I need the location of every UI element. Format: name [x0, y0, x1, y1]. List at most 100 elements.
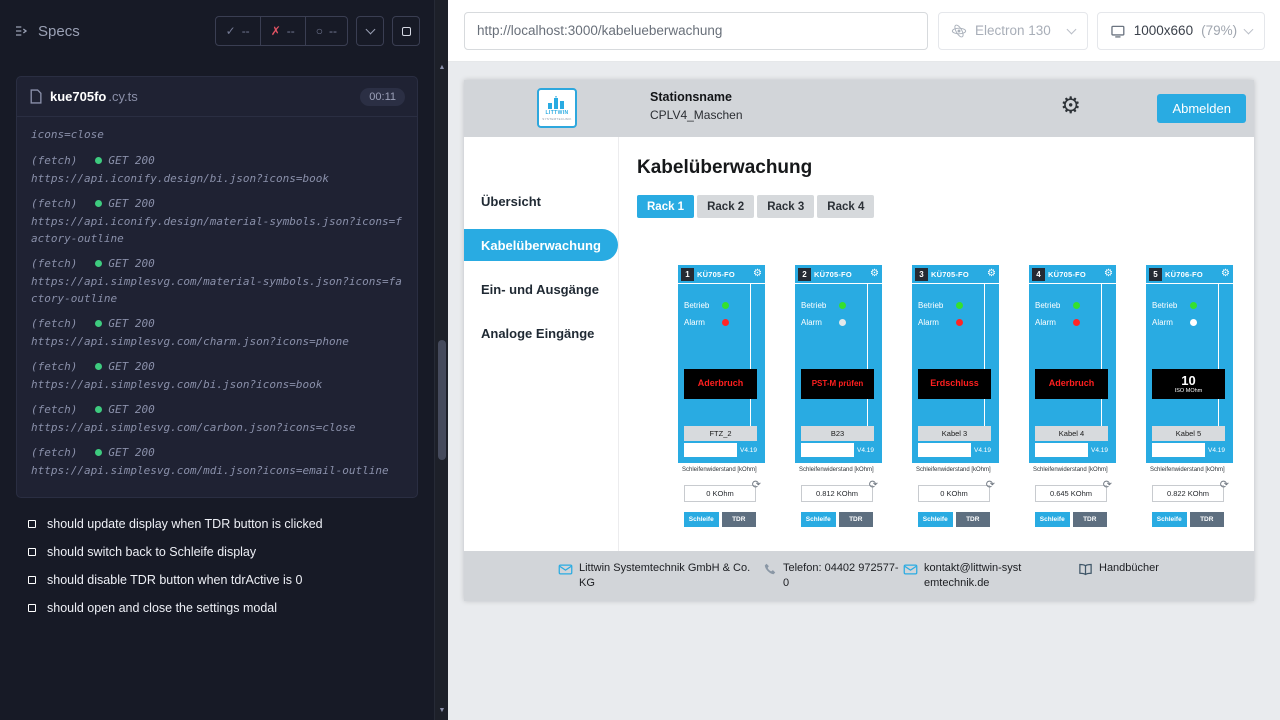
refresh-icon[interactable]: ⟳: [1220, 480, 1229, 491]
test-item[interactable]: should switch back to Schleife display: [16, 538, 418, 566]
schleife-button[interactable]: Schleife: [684, 512, 719, 527]
tdr-button[interactable]: TDR: [722, 512, 757, 527]
device-gear-icon[interactable]: ⚙: [753, 269, 762, 279]
log-entry[interactable]: (fetch)GET 200 https://api.simplesvg.com…: [31, 403, 403, 436]
test-item[interactable]: should disable TDR button when tdrActive…: [16, 566, 418, 594]
refresh-icon[interactable]: ⟳: [986, 480, 995, 491]
viewport-select[interactable]: 1000x660 (79%): [1097, 12, 1265, 50]
sidebar-item-uebersicht[interactable]: Übersicht: [464, 185, 618, 217]
stat-failed: ✗ --: [261, 17, 306, 45]
tab-rack-3[interactable]: Rack 3: [757, 195, 814, 218]
alarm-label: Alarm: [1035, 318, 1073, 327]
test-item[interactable]: should update display when TDR button is…: [16, 510, 418, 538]
device-gear-icon[interactable]: ⚙: [1104, 269, 1113, 279]
electron-icon: [951, 23, 967, 39]
tdr-button[interactable]: TDR: [1190, 512, 1225, 527]
specs-menu-icon: [14, 23, 30, 39]
test-stats: ✓ -- ✗ -- ○ --: [215, 16, 348, 46]
circle-icon: ○: [316, 24, 323, 38]
http-status: GET 200: [108, 360, 154, 373]
tdr-button[interactable]: TDR: [1073, 512, 1108, 527]
sidebar-item-analoge-eingaenge[interactable]: Analoge Eingänge: [464, 317, 618, 349]
tdr-button[interactable]: TDR: [956, 512, 991, 527]
url-input[interactable]: [464, 12, 928, 50]
collapse-button[interactable]: [356, 16, 384, 46]
status-text: Aderbruch: [698, 379, 744, 389]
refresh-icon[interactable]: ⟳: [869, 480, 878, 491]
device-card-header: 4 KÜ705-FO ⚙: [1029, 265, 1116, 284]
sidebar-item-kabelueberwachung[interactable]: Kabelüberwachung: [464, 229, 618, 261]
cable-input[interactable]: [1152, 443, 1205, 457]
cable-input[interactable]: [684, 443, 737, 457]
logout-button[interactable]: Abmelden: [1157, 94, 1246, 123]
status-display: Aderbruch: [1035, 369, 1108, 399]
refresh-icon[interactable]: ⟳: [1103, 480, 1112, 491]
log-entry[interactable]: (fetch)GET 200 https://api.iconify.desig…: [31, 154, 403, 187]
log-entry[interactable]: (fetch)GET 200 https://api.simplesvg.com…: [31, 446, 403, 479]
test-item[interactable]: should open and close the settings modal: [16, 594, 418, 622]
http-status: GET 200: [108, 446, 154, 459]
tab-rack-2[interactable]: Rack 2: [697, 195, 754, 218]
log-entry[interactable]: (fetch)GET 200 https://api.simplesvg.com…: [31, 317, 403, 350]
cable-name-label: Kabel 4: [1035, 426, 1108, 441]
fetch-tag: (fetch): [31, 446, 77, 459]
runner-scrollbar[interactable]: ▲ ▼: [434, 0, 448, 720]
refresh-icon[interactable]: ⟳: [752, 480, 761, 491]
betrieb-label: Betrieb: [801, 301, 839, 310]
cable-input[interactable]: [918, 443, 971, 457]
failed-count: --: [287, 24, 295, 38]
request-url: https://api.iconify.design/bi.json?icons…: [31, 170, 403, 187]
divider: [1101, 284, 1102, 429]
device-number-badge: 3: [915, 268, 928, 281]
app-sidebar: Übersicht Kabelüberwachung Ein- und Ausg…: [464, 137, 619, 551]
device-gear-icon[interactable]: ⚙: [1221, 269, 1230, 279]
cable-input[interactable]: [801, 443, 854, 457]
measurement-label: Schleifenwiderstand [kOhm]: [682, 467, 761, 473]
schleife-button[interactable]: Schleife: [1035, 512, 1070, 527]
log-url-continuation: icons=close: [31, 127, 403, 144]
schleife-button[interactable]: Schleife: [918, 512, 953, 527]
log-entry[interactable]: (fetch)GET 200 https://api.simplesvg.com…: [31, 360, 403, 393]
browser-select[interactable]: Electron 130: [938, 12, 1088, 50]
scrollbar-thumb[interactable]: [438, 340, 446, 460]
measurement-section: Schleifenwiderstand [kOhm] ⟳ 0 KOhm Schl…: [678, 463, 765, 551]
cable-input[interactable]: [1035, 443, 1088, 457]
request-url: https://api.simplesvg.com/carbon.json?ic…: [31, 419, 403, 436]
tab-rack-4[interactable]: Rack 4: [817, 195, 874, 218]
browser-name: Electron 130: [975, 23, 1051, 38]
check-icon: ✓: [226, 24, 236, 38]
alarm-label: Alarm: [684, 318, 722, 327]
alarm-status-dot: [839, 319, 846, 326]
app-body: Übersicht Kabelüberwachung Ein- und Ausg…: [464, 137, 1254, 551]
runner-content: Specs ✓ -- ✗ -- ○ --: [0, 0, 434, 720]
tab-rack-1[interactable]: Rack 1: [637, 195, 694, 218]
log-entry[interactable]: (fetch)GET 200 https://api.iconify.desig…: [31, 197, 403, 247]
device-model-label: KÜ705-FO: [931, 270, 969, 279]
schleife-button[interactable]: Schleife: [1152, 512, 1187, 527]
app-header: LITTWIN SYSTEMTECHNIK Stationsname CPLV4…: [464, 80, 1254, 137]
settings-gear-icon[interactable]: ⚙: [1060, 94, 1081, 117]
station-info: Stationsname CPLV4_Maschen: [650, 90, 743, 122]
rack-tabs: Rack 1 Rack 2 Rack 3 Rack 4: [637, 195, 1254, 218]
test-state-icon: [28, 576, 36, 584]
device-number-badge: 1: [681, 268, 694, 281]
stop-run-button[interactable]: [392, 16, 420, 46]
device-number-badge: 2: [798, 268, 811, 281]
passed-count: --: [242, 24, 250, 38]
scroll-up-arrow[interactable]: ▲: [435, 64, 449, 71]
tdr-button[interactable]: TDR: [839, 512, 874, 527]
scroll-down-arrow[interactable]: ▼: [435, 707, 449, 714]
sidebar-item-ein-und-ausgaenge[interactable]: Ein- und Ausgänge: [464, 273, 618, 305]
test-state-icon: [28, 604, 36, 612]
log-entry[interactable]: (fetch)GET 200 https://api.simplesvg.com…: [31, 257, 403, 307]
betrieb-status-dot: [839, 302, 846, 309]
device-gear-icon[interactable]: ⚙: [870, 269, 879, 279]
status-ok-dot: [95, 406, 102, 413]
specs-toggle[interactable]: Specs: [14, 23, 80, 40]
x-icon: ✗: [271, 24, 281, 38]
schleife-button[interactable]: Schleife: [801, 512, 836, 527]
device-gear-icon[interactable]: ⚙: [987, 269, 996, 279]
footer-manuals[interactable]: Handbücher: [1078, 561, 1159, 601]
spec-header[interactable]: kue705fo .cy.ts 00:11: [17, 77, 417, 117]
fetch-tag: (fetch): [31, 317, 77, 330]
